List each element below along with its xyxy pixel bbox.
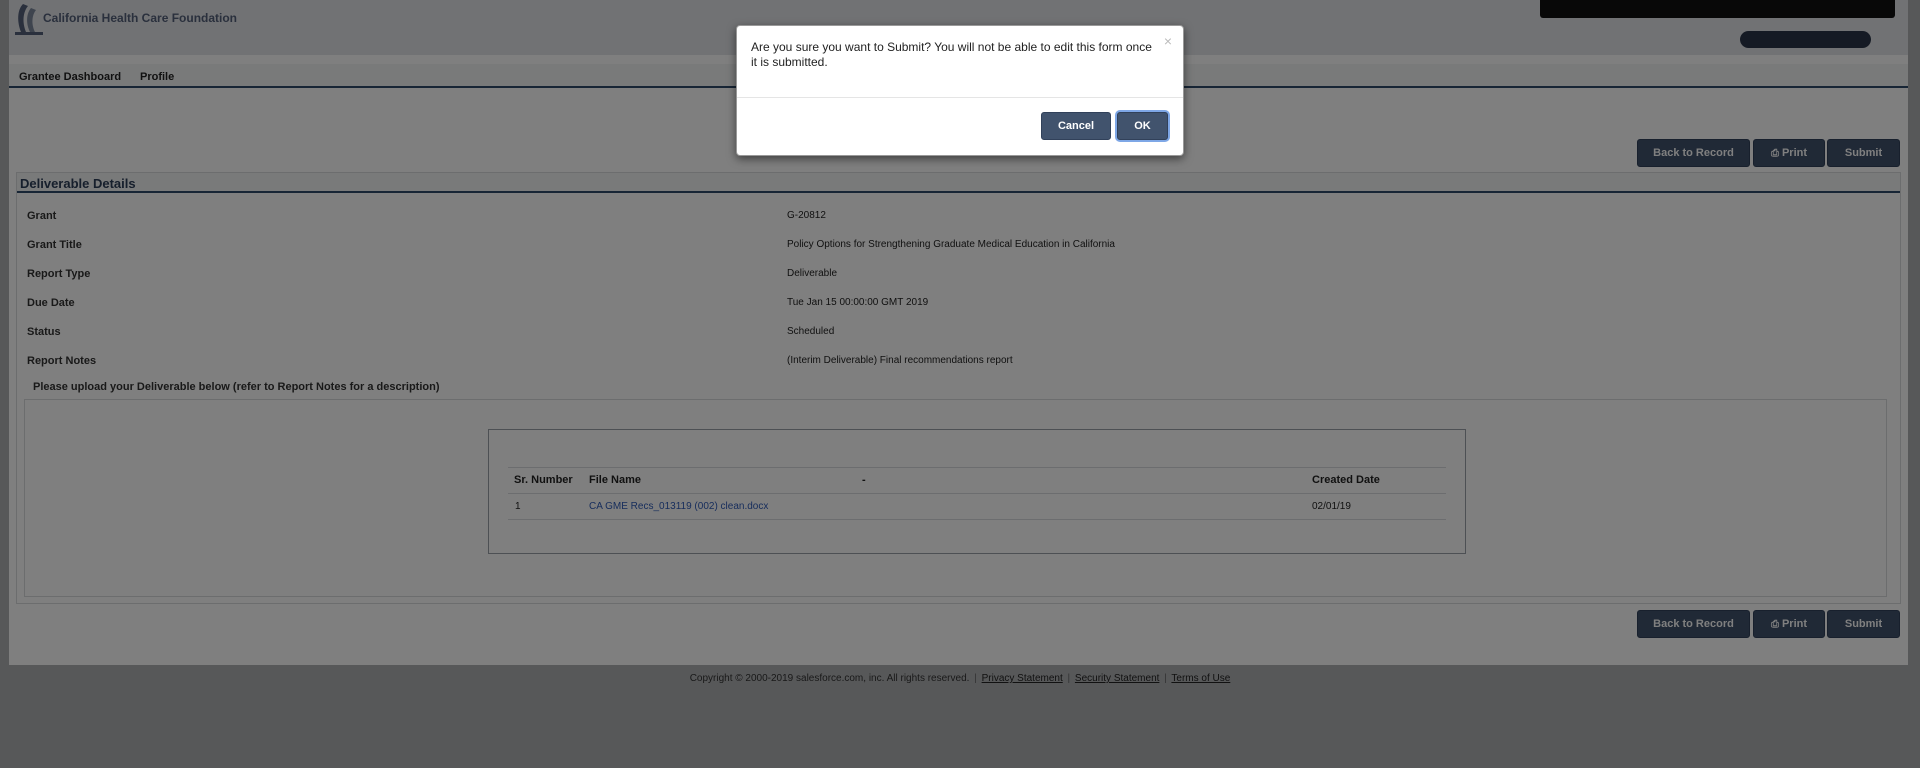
ok-label: OK <box>1134 120 1151 132</box>
ok-button[interactable]: OK <box>1117 112 1168 140</box>
confirm-submit-dialog: Are you sure you want to Submit? You wil… <box>736 25 1184 156</box>
dialog-message: Are you sure you want to Submit? You wil… <box>751 40 1152 69</box>
dialog-divider <box>737 97 1183 98</box>
cancel-button[interactable]: Cancel <box>1041 112 1111 140</box>
close-icon[interactable]: × <box>1164 33 1172 49</box>
cancel-label: Cancel <box>1057 120 1095 132</box>
